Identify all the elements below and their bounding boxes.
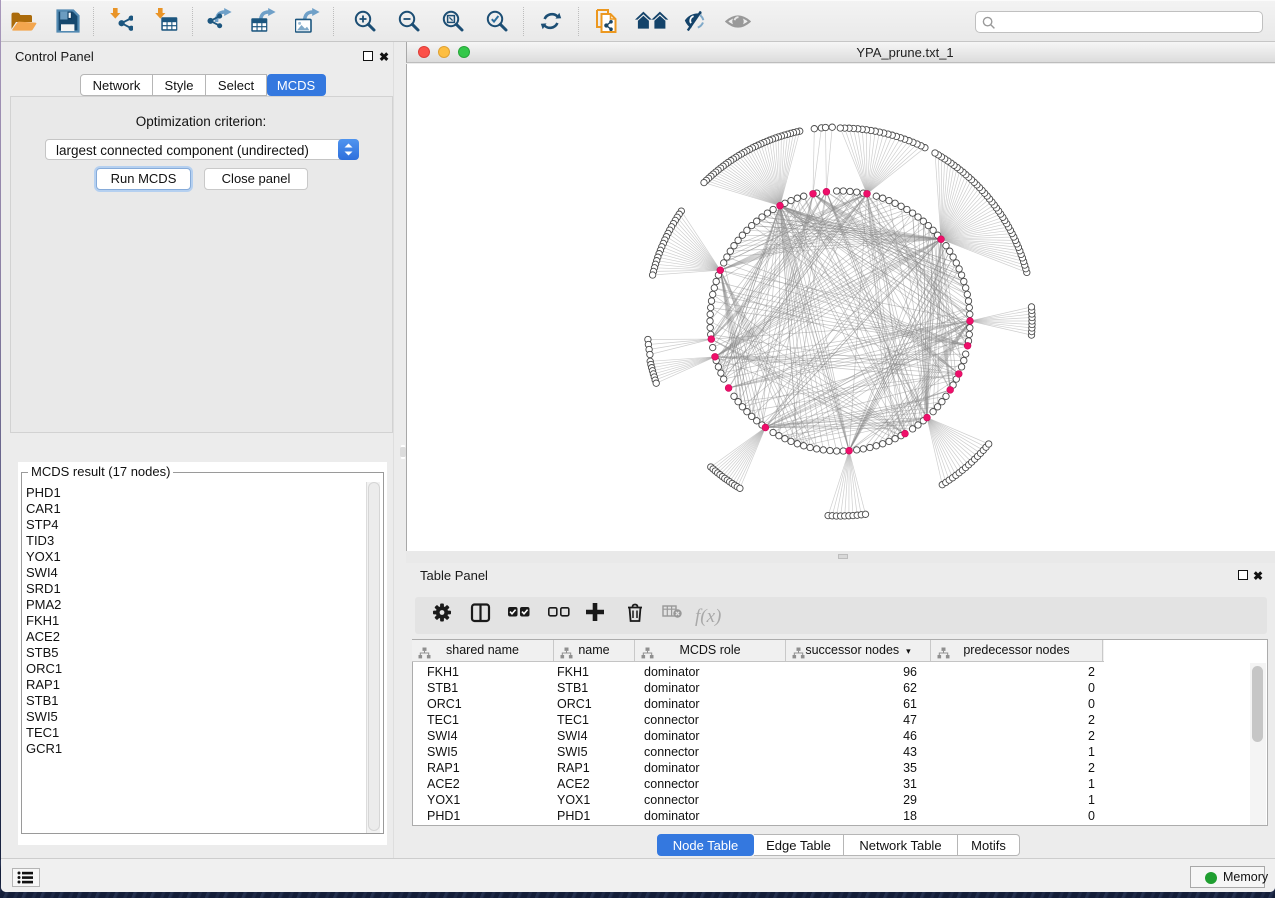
svg-text:f(x): f(x) xyxy=(695,606,721,627)
